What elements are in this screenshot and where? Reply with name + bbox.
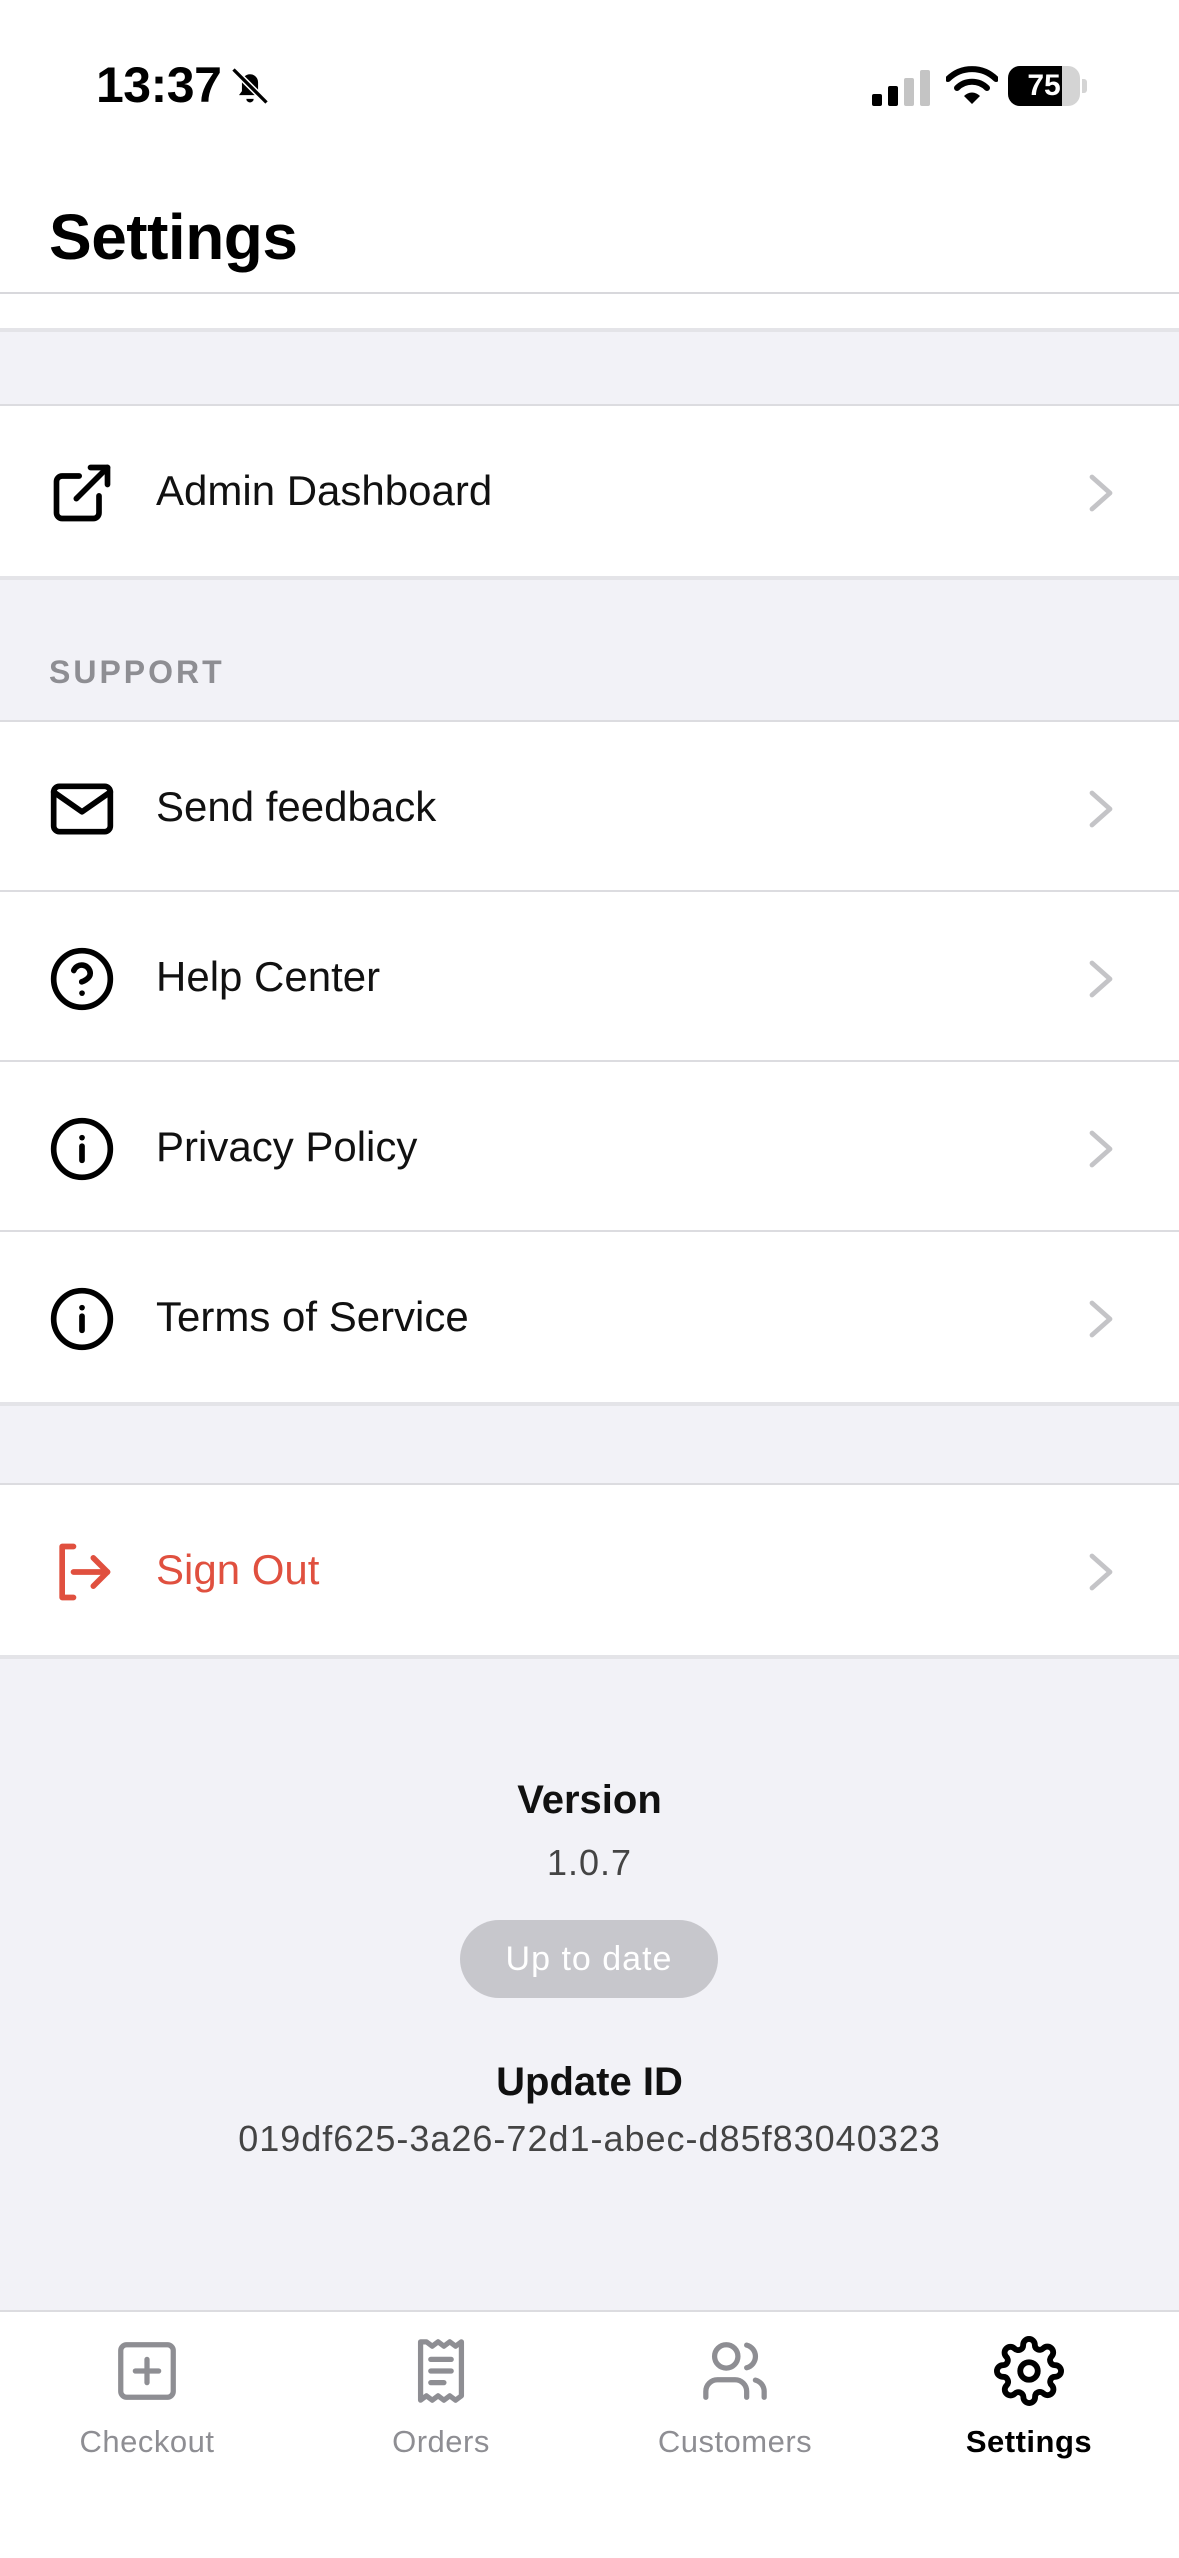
status-time: 13:37 <box>96 57 222 113</box>
update-id-value: 019df625-3a26-72d1-abec-d85f83040323 <box>238 2118 941 2159</box>
tab-customers[interactable]: Customers <box>588 2312 882 2472</box>
receipt-icon <box>417 2339 465 2403</box>
row-help-center[interactable]: Help Center <box>0 892 1179 1062</box>
nav-header: Settings <box>0 160 1179 294</box>
tab-checkout[interactable]: Checkout <box>0 2312 294 2472</box>
page-title: Settings <box>49 201 298 273</box>
battery-indicator: 75 <box>1008 66 1088 106</box>
row-label: Send feedback <box>156 783 437 830</box>
tab-orders[interactable]: Orders <box>294 2312 588 2472</box>
chevron-right-icon <box>1089 1300 1113 1338</box>
row-label: Privacy Policy <box>156 1123 418 1170</box>
info-icon <box>50 1117 114 1181</box>
account-group: Sign Out <box>0 1483 1179 1659</box>
tab-label: Settings <box>965 2424 1093 2459</box>
home-indicator <box>450 2520 730 2532</box>
chevron-right-icon <box>1089 1553 1113 1591</box>
update-id-label: Update ID <box>496 2060 683 2104</box>
row-send-feedback[interactable]: Send feedback <box>0 722 1179 892</box>
section-header-support: SUPPORT <box>49 654 225 690</box>
battery-percent: 75 <box>1027 69 1061 102</box>
row-label: Admin Dashboard <box>156 467 493 514</box>
external-link-icon <box>53 464 111 522</box>
chevron-right-icon <box>1089 1130 1113 1168</box>
row-terms-of-service[interactable]: Terms of Service <box>0 1232 1179 1402</box>
row-label: Help Center <box>156 953 381 1000</box>
scrolled-group-edge <box>0 294 1179 332</box>
gear-icon <box>994 2336 1064 2406</box>
update-status-button[interactable]: Up to date <box>460 1920 718 1998</box>
support-group: Send feedback Help Center Privacy Policy… <box>0 720 1179 1406</box>
chevron-right-icon <box>1089 790 1113 828</box>
row-label: Sign Out <box>156 1546 320 1593</box>
status-bar: 13:37 75 <box>0 0 1179 160</box>
row-label: Terms of Service <box>156 1293 469 1340</box>
help-circle-icon <box>50 947 114 1011</box>
admin-group: Admin Dashboard <box>0 404 1179 580</box>
tab-label: Checkout <box>79 2424 215 2459</box>
users-icon <box>703 2342 767 2400</box>
info-icon <box>50 1287 114 1351</box>
row-admin-dashboard[interactable]: Admin Dashboard <box>0 406 1179 576</box>
version-value: 1.0.7 <box>546 1842 633 1883</box>
row-sign-out[interactable]: Sign Out <box>0 1485 1179 1655</box>
version-label: Version <box>517 1778 662 1822</box>
cellular-signal-icon <box>872 70 930 106</box>
log-out-icon <box>59 1543 111 1601</box>
tab-settings[interactable]: Settings <box>882 2312 1176 2472</box>
tab-label: Customers <box>657 2424 813 2459</box>
bell-muted-icon <box>231 67 269 105</box>
plus-square-icon <box>118 2342 176 2400</box>
chevron-right-icon <box>1089 960 1113 998</box>
wifi-icon <box>946 66 998 104</box>
tab-label: Orders <box>392 2424 490 2459</box>
row-privacy-policy[interactable]: Privacy Policy <box>0 1062 1179 1232</box>
chevron-right-icon <box>1089 474 1113 512</box>
mail-icon <box>50 783 114 835</box>
